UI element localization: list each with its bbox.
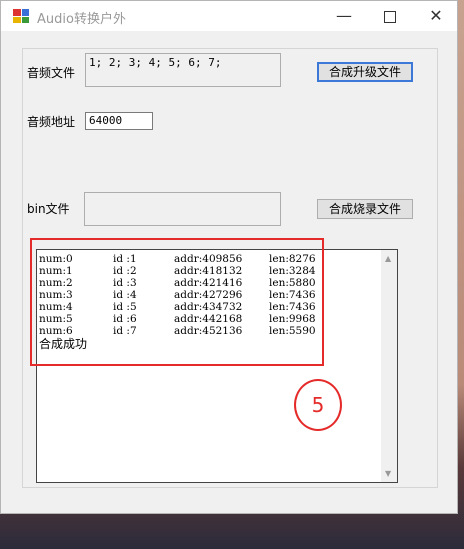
minimize-icon: — <box>336 6 352 25</box>
minimize-button[interactable]: — <box>321 1 367 31</box>
step-number-annotation: 5 <box>294 379 342 431</box>
vertical-scrollbar[interactable]: ▲ ▼ <box>381 250 397 482</box>
audio-address-input[interactable]: 64000 <box>85 112 153 130</box>
scroll-down-icon[interactable]: ▼ <box>385 469 391 478</box>
highlight-annotation <box>30 238 324 366</box>
bin-file-label: bin文件 <box>27 202 70 216</box>
app-window: Audio转换户外 — ✕ 音频文件 1; 2; 3; 4; 5; 6; 7; … <box>0 0 458 514</box>
scroll-up-icon[interactable]: ▲ <box>385 254 391 263</box>
audio-file-label: 音频文件 <box>27 66 76 80</box>
close-button[interactable]: ✕ <box>413 1 459 31</box>
merge-burn-button[interactable]: 合成烧录文件 <box>317 199 413 219</box>
app-icon <box>13 9 29 23</box>
audio-file-field[interactable]: 1; 2; 3; 4; 5; 6; 7; <box>85 53 281 87</box>
maximize-button[interactable] <box>367 1 413 31</box>
title-bar: Audio转换户外 — ✕ <box>1 1 457 31</box>
merge-upgrade-button[interactable]: 合成升级文件 <box>317 62 413 82</box>
window-title: Audio转换户外 <box>37 12 126 27</box>
bin-file-field[interactable] <box>84 192 281 226</box>
close-icon: ✕ <box>429 6 443 25</box>
audio-address-label: 音频地址 <box>27 115 76 129</box>
maximize-icon <box>384 10 396 23</box>
